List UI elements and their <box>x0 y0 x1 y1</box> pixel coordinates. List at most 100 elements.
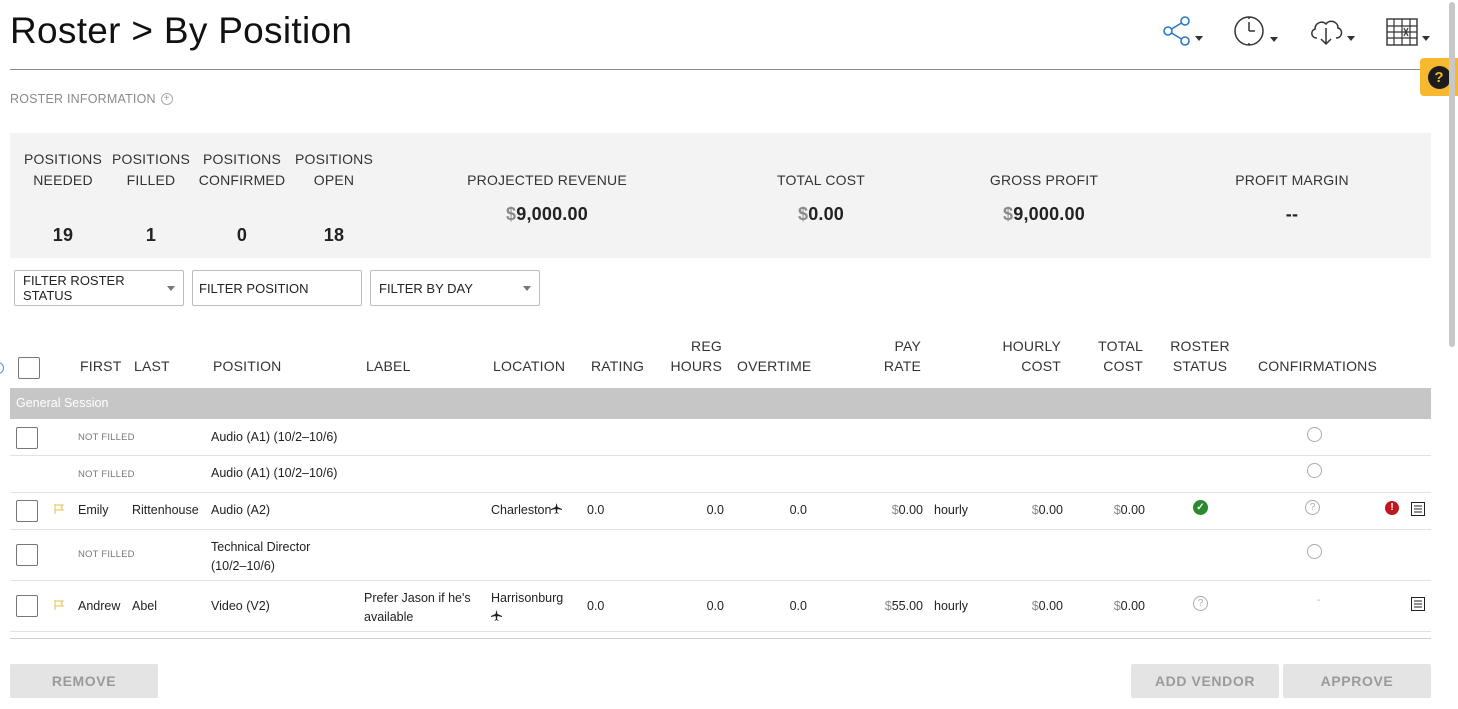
position-cell: Audio (A1) (10/2–10/6) <box>211 466 338 480</box>
roster-information-toggle[interactable]: ROSTER INFORMATION + <box>10 92 173 106</box>
currency-symbol: $ <box>1031 599 1039 613</box>
column-header-pay-rate[interactable]: PAY RATE <box>860 336 921 376</box>
column-header-last[interactable]: LAST <box>134 356 170 376</box>
approve-button[interactable]: APPROVE <box>1283 664 1431 698</box>
first-name-cell: Emily <box>78 503 109 517</box>
question-icon[interactable]: ? <box>1193 596 1208 611</box>
page-scrollbar[interactable] <box>1448 0 1456 709</box>
location-cell: Harrisonburg <box>491 589 563 627</box>
flag-icon[interactable] <box>54 504 64 514</box>
row-checkbox[interactable] <box>16 595 38 617</box>
stat-label: POSITIONS <box>111 151 191 167</box>
stat-amount: 0.00 <box>808 204 845 224</box>
spreadsheet-icon <box>1386 18 1418 46</box>
total-cost-amount: 0.00 <box>1120 599 1145 613</box>
header-line: COST <box>1103 358 1143 374</box>
currency-symbol: $ <box>1113 503 1121 517</box>
pay-rate-amount: 0.00 <box>898 503 923 517</box>
column-header-hourly-cost[interactable]: HOURLY COST <box>990 336 1061 376</box>
stat-label: POSITIONS <box>202 151 282 167</box>
header-line: PAY <box>894 338 921 354</box>
scrollbar-thumb[interactable] <box>1449 2 1455 347</box>
history-menu-button[interactable] <box>1233 14 1278 48</box>
column-header-label[interactable]: LABEL <box>366 356 411 376</box>
header-line: COST <box>1021 358 1061 374</box>
title-divider <box>10 69 1430 70</box>
clock-icon <box>1234 16 1264 46</box>
stat-value: $0.00 <box>721 204 921 225</box>
label-line: available <box>364 610 414 624</box>
confirmation-empty-icon[interactable] <box>1307 544 1322 559</box>
pay-rate-cell: $0.00 <box>850 503 923 517</box>
confirmation-placeholder: - <box>1317 595 1321 606</box>
airplane-icon <box>491 610 502 621</box>
stat-label: POSITIONS <box>23 151 103 167</box>
share-icon <box>1163 16 1190 46</box>
stat-profit-margin: PROFIT MARGIN -- <box>1192 170 1392 250</box>
hourly-cost-amount: 0.00 <box>1038 503 1063 517</box>
stat-label: PROJECTED REVENUE <box>467 172 627 188</box>
stat-label: GROSS PROFIT <box>989 172 1099 188</box>
alert-icon[interactable]: ! <box>1385 501 1399 515</box>
stat-positions-confirmed: POSITIONS CONFIRMED 0 <box>197 149 287 249</box>
toolbar <box>1162 14 1430 48</box>
filter-by-day-select[interactable]: FILTER BY DAY <box>370 270 540 306</box>
filter-position-input[interactable]: FILTER POSITION <box>192 270 362 306</box>
column-header-location[interactable]: LOCATION <box>493 356 565 376</box>
stat-label: POSITIONS <box>294 151 374 167</box>
stat-projected-revenue: PROJECTED REVENUE $9,000.00 <box>447 170 647 250</box>
column-header-position[interactable]: POSITION <box>213 356 282 376</box>
location-text: Harrisonburg <box>491 591 564 605</box>
position-cell: Technical Director (10/2–10/6) <box>211 538 310 576</box>
rating-cell: 0.0 <box>587 599 605 613</box>
details-icon[interactable] <box>1411 502 1425 516</box>
stat-value: $9,000.00 <box>944 204 1144 225</box>
column-header-roster-status[interactable]: ROSTER STATUS <box>1165 336 1235 376</box>
currency-symbol: $ <box>506 204 517 224</box>
add-vendor-button[interactable]: ADD VENDOR <box>1131 664 1279 698</box>
row-expand-icon[interactable] <box>0 362 4 374</box>
header-line: HOURLY <box>1002 338 1061 354</box>
export-grid-menu-button[interactable] <box>1385 15 1430 47</box>
stat-amount: 9,000.00 <box>516 204 588 224</box>
column-header-total-cost[interactable]: TOTAL COST <box>1080 336 1143 376</box>
currency-symbol: $ <box>891 503 899 517</box>
filter-label: FILTER BY DAY <box>379 280 473 296</box>
share-menu-button[interactable] <box>1162 15 1203 47</box>
first-name-cell: Andrew <box>78 599 121 613</box>
rating-cell: 0.0 <box>587 503 605 517</box>
table-row: Emily Rittenhouse Audio (A2) Charleston … <box>10 493 1431 530</box>
not-filled-label: NOT FILLED <box>78 549 135 560</box>
stat-label: NEEDED <box>33 172 93 188</box>
label-line: Prefer Jason if he's <box>364 591 471 605</box>
select-all-checkbox[interactable] <box>18 357 40 379</box>
stat-positions-needed: POSITIONS NEEDED 19 <box>22 149 104 249</box>
remove-button[interactable]: REMOVE <box>10 664 158 698</box>
check-icon[interactable]: ✓ <box>1193 500 1208 515</box>
confirmation-empty-icon[interactable] <box>1307 427 1322 442</box>
column-header-first[interactable]: FIRST <box>80 356 121 376</box>
stat-label: TOTAL COST <box>776 172 866 188</box>
row-checkbox[interactable] <box>16 544 38 566</box>
total-cost-cell: $0.00 <box>1090 503 1145 517</box>
filter-roster-status-select[interactable]: FILTER ROSTER STATUS <box>14 270 184 306</box>
position-cell: Video (V2) <box>211 599 270 613</box>
row-checkbox[interactable] <box>16 427 38 449</box>
stat-total-cost: TOTAL COST $0.00 <box>721 170 921 250</box>
column-header-rating[interactable]: RATING <box>591 356 644 376</box>
pay-unit-cell: hourly <box>934 503 969 517</box>
download-menu-button[interactable] <box>1308 15 1355 47</box>
total-cost-amount: 0.00 <box>1120 503 1145 517</box>
stat-value: $9,000.00 <box>447 204 647 225</box>
filter-label: FILTER ROSTER STATUS <box>23 273 125 303</box>
question-icon[interactable]: ? <box>1305 500 1320 515</box>
table-row: Andrew Abel Video (V2) Prefer Jason if h… <box>10 581 1431 632</box>
details-icon[interactable] <box>1411 597 1425 611</box>
column-header-reg-hours[interactable]: REG HOURS <box>660 336 722 376</box>
row-checkbox[interactable] <box>16 500 38 522</box>
column-header-overtime[interactable]: OVERTIME <box>737 356 811 376</box>
confirmation-empty-icon[interactable] <box>1307 463 1322 478</box>
currency-symbol: $ <box>1031 503 1039 517</box>
flag-icon[interactable] <box>54 600 64 610</box>
column-header-confirmations[interactable]: CONFIRMATIONS <box>1258 356 1377 376</box>
